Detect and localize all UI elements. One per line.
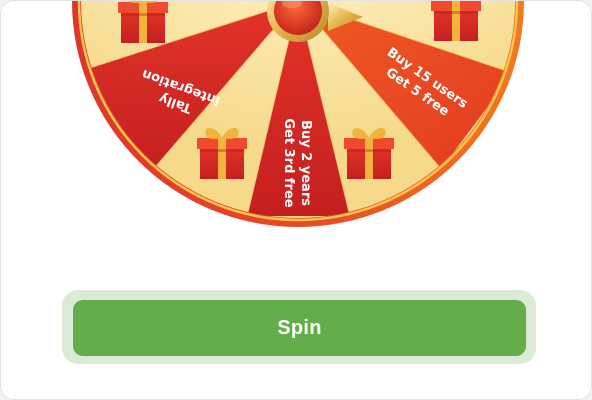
gift-box-icon	[431, 1, 481, 41]
spin-wheel-card: Tally integration Buy 2 years Get 3rd fr…	[0, 0, 592, 400]
segment-label-line1: Buy 2 years	[298, 120, 313, 206]
prize-wheel: Tally integration Buy 2 years Get 3rd fr…	[72, 1, 524, 227]
segment-label-line2: Get 3rd free	[281, 118, 296, 207]
spin-button[interactable]: Spin	[73, 300, 526, 356]
gift-box-icon	[118, 1, 168, 43]
